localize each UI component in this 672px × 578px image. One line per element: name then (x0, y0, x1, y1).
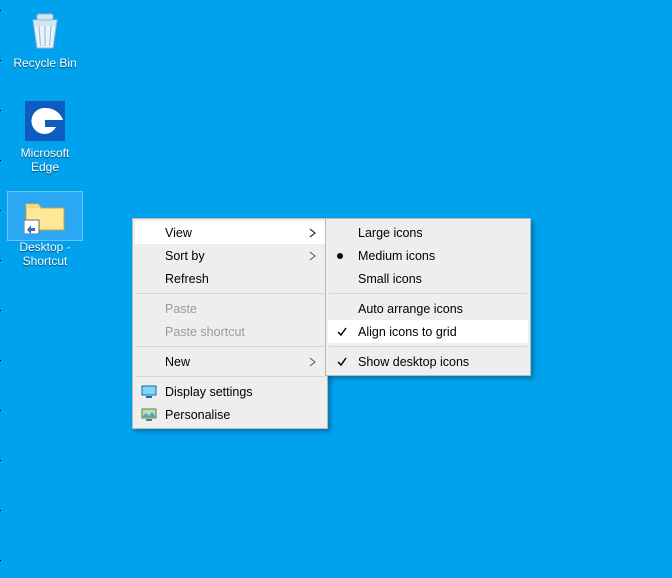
menu-item-refresh[interactable]: Refresh (135, 267, 325, 290)
desktop[interactable]: Recycle Bin Microsoft Edge (0, 0, 672, 578)
check-icon (336, 326, 348, 338)
desktop-icon-label: Desktop - Shortcut (8, 240, 82, 268)
folder-shortcut-icon (24, 194, 66, 236)
menu-item-label: Align icons to grid (358, 325, 457, 339)
menu-item-view[interactable]: View (135, 221, 325, 244)
radio-dot-icon (336, 252, 344, 260)
menu-item-label: Display settings (165, 385, 253, 399)
desktop-context-menu: View Sort by Refresh Paste Paste shortcu… (132, 218, 328, 429)
menu-item-label: Paste shortcut (165, 325, 245, 339)
menu-item-label: Show desktop icons (358, 355, 469, 369)
menu-item-personalise[interactable]: Personalise (135, 403, 325, 426)
submenu-arrow-icon (309, 251, 317, 261)
menu-item-label: Sort by (165, 249, 205, 263)
submenu-item-large-icons[interactable]: Large icons (328, 221, 528, 244)
menu-item-label: Personalise (165, 408, 230, 422)
view-submenu: Large icons Medium icons Small icons Aut… (325, 218, 531, 376)
submenu-arrow-icon (309, 357, 317, 367)
ruler-marks (0, 0, 2, 578)
desktop-icon-desktop-shortcut[interactable]: Desktop - Shortcut (8, 192, 82, 268)
submenu-item-auto-arrange[interactable]: Auto arrange icons (328, 297, 528, 320)
submenu-item-medium-icons[interactable]: Medium icons (328, 244, 528, 267)
desktop-icon-recycle-bin[interactable]: Recycle Bin (8, 8, 82, 70)
desktop-icon-label: Recycle Bin (8, 56, 82, 70)
menu-separator (329, 346, 527, 347)
submenu-item-small-icons[interactable]: Small icons (328, 267, 528, 290)
menu-separator (136, 293, 324, 294)
personalise-icon (141, 408, 157, 422)
menu-item-label: New (165, 355, 190, 369)
submenu-item-align-to-grid[interactable]: Align icons to grid (328, 320, 528, 343)
menu-item-label: Small icons (358, 272, 422, 286)
menu-separator (329, 293, 527, 294)
menu-separator (136, 376, 324, 377)
menu-item-label: Auto arrange icons (358, 302, 463, 316)
display-settings-icon (141, 385, 157, 399)
desktop-icon-label: Microsoft Edge (8, 146, 82, 174)
desktop-icon-edge[interactable]: Microsoft Edge (8, 98, 82, 174)
menu-item-paste-shortcut: Paste shortcut (135, 320, 325, 343)
menu-item-sort-by[interactable]: Sort by (135, 244, 325, 267)
menu-item-display-settings[interactable]: Display settings (135, 380, 325, 403)
menu-item-label: Large icons (358, 226, 423, 240)
submenu-arrow-icon (309, 228, 317, 238)
menu-item-paste: Paste (135, 297, 325, 320)
recycle-bin-icon (24, 10, 66, 52)
menu-item-new[interactable]: New (135, 350, 325, 373)
edge-icon (24, 100, 66, 142)
check-icon (336, 356, 348, 368)
menu-item-label: View (165, 226, 192, 240)
menu-item-label: Refresh (165, 272, 209, 286)
submenu-item-show-icons[interactable]: Show desktop icons (328, 350, 528, 373)
menu-item-label: Paste (165, 302, 197, 316)
menu-separator (136, 346, 324, 347)
menu-item-label: Medium icons (358, 249, 435, 263)
